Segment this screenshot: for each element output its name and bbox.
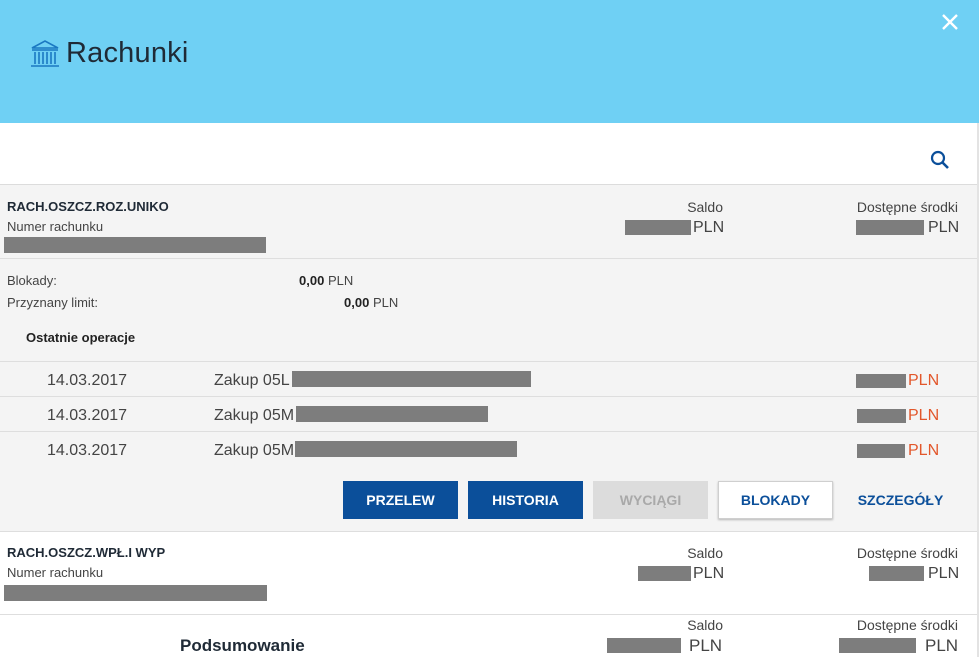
operation-amount-redacted bbox=[857, 409, 906, 423]
limit-currency: PLN bbox=[372, 295, 399, 310]
operation-desc-redacted bbox=[295, 441, 517, 457]
operation-currency: PLN bbox=[908, 407, 940, 424]
available-currency: PLN bbox=[928, 219, 960, 236]
operation-date: 14.03.2017 bbox=[47, 407, 128, 424]
divider bbox=[0, 258, 979, 259]
saldo-currency: PLN bbox=[693, 565, 725, 582]
limit-label: Przyznany limit: bbox=[7, 295, 99, 310]
available-label: Dostępne środki bbox=[856, 199, 958, 215]
blocks-value: 0,00 bbox=[299, 273, 325, 288]
account-panel[interactable] bbox=[0, 531, 979, 615]
bank-icon bbox=[31, 39, 59, 67]
saldo-currency: PLN bbox=[693, 219, 725, 236]
summary-title: Podsumowanie bbox=[180, 636, 305, 655]
operation-amount-redacted bbox=[856, 374, 906, 388]
blocks-button[interactable]: BLOKADY bbox=[718, 481, 833, 519]
operation-amount-redacted bbox=[857, 444, 905, 458]
saldo-redacted bbox=[638, 566, 691, 581]
saldo-redacted bbox=[625, 220, 691, 235]
operation-desc-redacted bbox=[296, 406, 488, 422]
transfer-button[interactable]: PRZELEW bbox=[343, 481, 458, 519]
account-number-label: Numer rachunku bbox=[7, 219, 104, 234]
operation-date: 14.03.2017 bbox=[47, 372, 128, 389]
available-currency: PLN bbox=[928, 565, 960, 582]
summary-available-currency: PLN bbox=[925, 636, 959, 655]
divider bbox=[0, 396, 979, 397]
saldo-label: Saldo bbox=[687, 545, 723, 561]
available-redacted bbox=[869, 566, 924, 581]
saldo-label: Saldo bbox=[687, 199, 723, 215]
details-button[interactable]: SZCZEGÓŁY bbox=[843, 481, 958, 519]
statements-button[interactable]: WYCIĄGI bbox=[593, 481, 708, 519]
operation-description: Zakup 05M bbox=[214, 407, 295, 424]
search-icon[interactable] bbox=[929, 149, 951, 171]
page-title-group: Rachunki bbox=[29, 37, 189, 70]
search-bar bbox=[0, 123, 979, 185]
account-number-label: Numer rachunku bbox=[7, 565, 104, 580]
account-number-redacted bbox=[4, 237, 266, 253]
page-title: Rachunki bbox=[66, 37, 189, 69]
summary-available-redacted bbox=[839, 638, 916, 653]
available-redacted bbox=[856, 220, 924, 235]
account-number-redacted bbox=[4, 585, 267, 601]
operation-date: 14.03.2017 bbox=[47, 442, 128, 459]
operation-currency: PLN bbox=[908, 442, 940, 459]
blocks-currency: PLN bbox=[327, 273, 354, 288]
divider bbox=[0, 431, 979, 432]
blocks-amount: 0,00 PLN bbox=[299, 273, 353, 288]
summary-saldo-label: Saldo bbox=[687, 617, 723, 633]
recent-operations-title: Ostatnie operacje bbox=[26, 330, 136, 345]
summary-saldo-redacted bbox=[607, 638, 681, 653]
operation-currency: PLN bbox=[908, 372, 940, 389]
operation-description: Zakup 05M bbox=[214, 442, 295, 459]
operation-description: Zakup 05L bbox=[214, 372, 290, 389]
summary-saldo-currency: PLN bbox=[689, 636, 723, 655]
close-icon[interactable] bbox=[938, 10, 962, 34]
limit-value: 0,00 bbox=[344, 295, 370, 310]
history-button[interactable]: HISTORIA bbox=[468, 481, 583, 519]
divider bbox=[0, 361, 979, 362]
blocks-label: Blokady: bbox=[7, 273, 57, 288]
account-name[interactable]: RACH.OSZCZ.WPŁ.I WYP bbox=[7, 545, 165, 560]
account-name[interactable]: RACH.OSZCZ.ROZ.UNIKO bbox=[7, 199, 169, 214]
limit-amount: 0,00 PLN bbox=[344, 295, 398, 310]
available-label: Dostępne środki bbox=[856, 545, 958, 561]
summary-available-label: Dostępne środki bbox=[856, 617, 958, 633]
operation-desc-redacted bbox=[292, 371, 531, 387]
